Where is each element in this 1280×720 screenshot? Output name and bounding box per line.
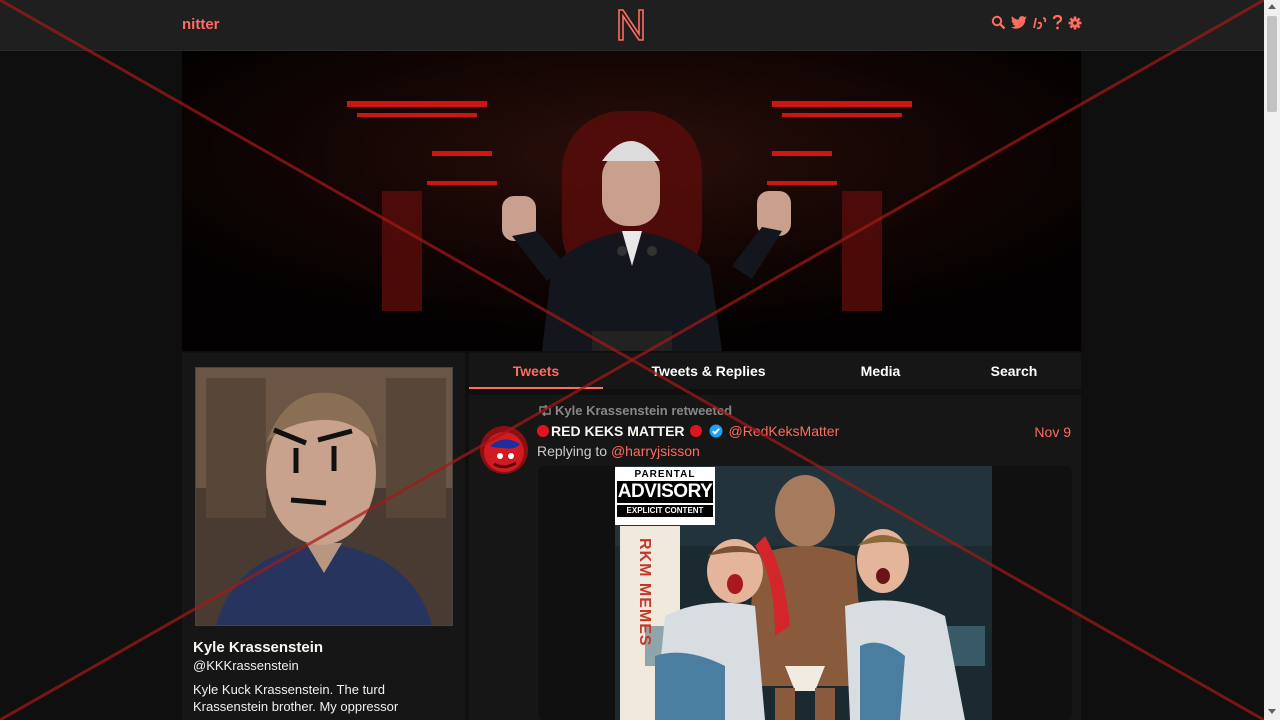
tweet-date[interactable]: Nov 9 [1034,424,1071,440]
scroll-thumb[interactable] [1267,16,1277,112]
tweet-header: RED KEKS MATTER @RedKeksMatter [537,423,839,439]
tab-media[interactable]: Media [814,353,947,389]
brand-link[interactable]: nitter [182,16,220,33]
profile-card: Kyle Krassenstein @KKKrassenstein Kyle K… [182,353,465,720]
replying-prefix: Replying to [537,443,608,459]
nav-icons [991,15,1082,30]
retweet-label: Kyle Krassenstein retweeted [555,403,733,418]
nitter-logo-icon[interactable] [617,8,645,42]
banner-image [182,51,1081,351]
avatar[interactable] [195,367,453,626]
settings-icon[interactable] [1068,16,1082,30]
tweet-media[interactable]: PARENTAL ADVISORY EXPLICIT CONTENT RKM M… [538,466,1072,720]
advisory-mid-text: ADVISORY [617,481,713,503]
twitter-icon[interactable] [1011,15,1028,30]
timeline: Kyle Krassenstein retweeted RED KEKS MAT… [469,395,1081,720]
advisory-top-text: PARENTAL [634,469,696,480]
profile-bio: Kyle Kuck Krassenstein. The turd Krassen… [193,682,399,714]
tweet-avatar[interactable] [480,426,528,474]
retweet-header: Kyle Krassenstein retweeted [538,403,732,418]
replying-handle-link[interactable]: @harryjsisson [611,443,700,459]
red-circle-icon [537,425,549,437]
parental-advisory-label: PARENTAL ADVISORY EXPLICIT CONTENT [615,467,715,525]
avatar-image [196,368,452,625]
tweet-fullname-text: RED KEKS MATTER [551,423,685,439]
rkm-sign-text: RKM MEMES [636,538,653,647]
advisory-bottom-text: EXPLICIT CONTENT [617,505,713,517]
tab-tweets[interactable]: Tweets [469,353,603,389]
help-icon[interactable] [1052,15,1063,30]
profile-fullname[interactable]: Kyle Krassenstein [193,639,323,656]
tweet-handle[interactable]: @RedKeksMatter [729,423,840,439]
timeline-tabs: Tweets Tweets & Replies Media Search [469,353,1081,389]
page-scrollbar[interactable] [1264,0,1280,720]
verified-icon [709,424,723,438]
navbar: nitter [0,0,1264,51]
scroll-down-arrow-icon[interactable] [1268,709,1276,714]
scroll-up-arrow-icon[interactable] [1268,4,1276,9]
rss-icon[interactable] [1033,15,1047,30]
red-circle-icon [689,425,702,437]
tweet-avatar-image [480,426,528,474]
search-icon[interactable] [991,15,1006,30]
tweet-fullname[interactable]: RED KEKS MATTER [537,423,723,439]
profile-banner[interactable] [182,51,1081,351]
tweet-image[interactable]: PARENTAL ADVISORY EXPLICIT CONTENT RKM M… [615,466,992,720]
tab-search[interactable]: Search [947,353,1081,389]
tab-tweets-replies[interactable]: Tweets & Replies [603,353,814,389]
profile-username[interactable]: @KKKrassenstein [193,658,299,673]
replying-to: Replying to @harryjsisson [537,443,700,459]
retweet-icon [539,405,551,416]
